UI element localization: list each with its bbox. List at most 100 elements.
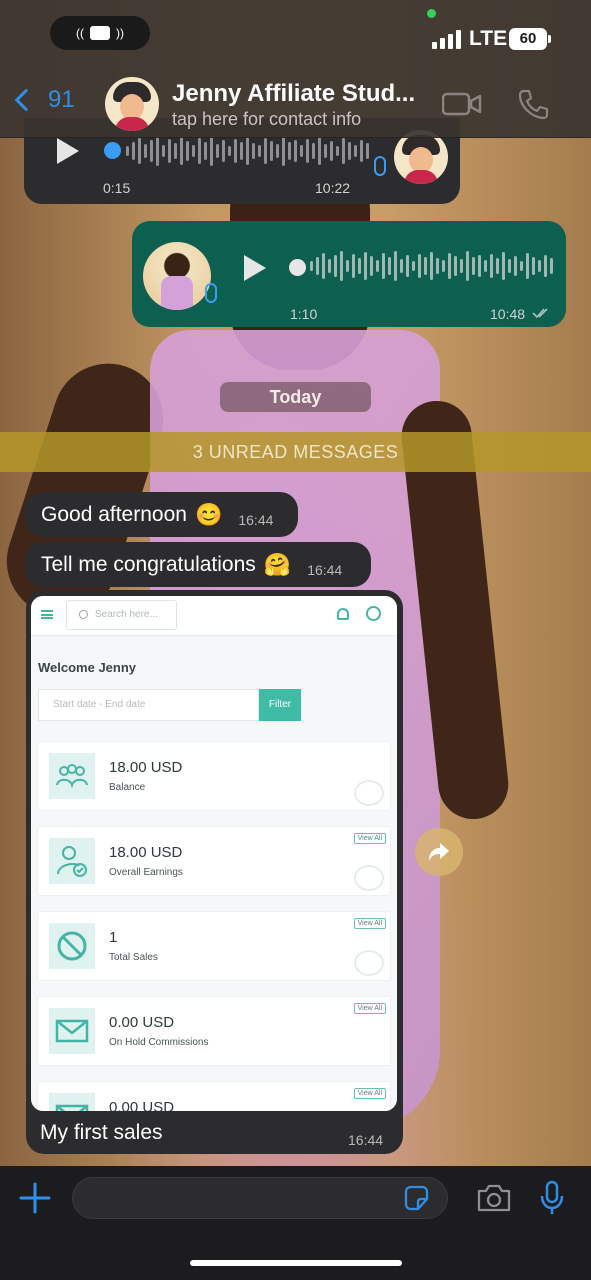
dashboard-topbar: Search here... [31,596,397,636]
waveform-bar [126,146,129,156]
waveform-bar [144,144,147,158]
unread-count: 91 [48,86,75,113]
waveform-bar [204,142,207,160]
waveform-bar [240,142,243,160]
stat-card-on-hold: 0.00 USD On Hold Commissions View All [37,996,391,1066]
voice-duration: 1:10 [290,306,318,322]
waveform-bar [132,142,135,160]
waveform-bar [472,257,475,275]
search-icon [79,610,88,619]
waveform-bar [460,259,463,273]
stat-card-earnings: 18.00 USD Overall Earnings View All [37,826,391,896]
view-all-link: View All [353,1003,386,1014]
home-indicator [190,1260,402,1266]
contact-avatar[interactable] [105,77,159,131]
message-text: Tell me congratulations [41,552,256,576]
dashboard-welcome: Welcome Jenny [38,660,137,675]
message-input[interactable] [72,1177,448,1219]
waveform-bar [222,140,225,162]
waveform-bar [294,140,297,162]
waveform-bar [360,140,363,162]
waveform-bar [336,146,339,156]
waveform-bar [502,252,505,280]
message-text: Good afternoon [41,502,187,526]
facetime-pill[interactable]: (()) [50,16,150,50]
waveform-bar [382,253,385,279]
mic-icon [205,283,217,303]
phone-call-icon[interactable] [517,88,549,120]
date-range-field: Start date - End date [38,689,259,721]
waveform-bar [366,143,369,159]
waveform-bar [210,136,213,166]
waveform-bar [276,144,279,158]
waveform-bar [300,145,303,157]
waveform-bar [514,256,517,276]
waveform-bar [550,258,553,274]
unread-messages-banner: 3 UNREAD MESSAGES [0,432,591,472]
waveform-bar [246,137,249,165]
video-camera-icon [90,26,110,40]
stat-card-balance: 18.00 USD Balance [37,741,391,811]
stat-value: 18.00 USD [109,844,183,861]
waveform-bar [198,138,201,164]
waveform-bar [180,137,183,165]
waveform-bar [538,260,541,272]
read-receipt-icon [532,308,548,319]
waveform-bar [406,255,409,277]
waveform-bar [352,254,355,278]
stat-value: 1 [109,929,118,946]
waveform-bar [216,144,219,158]
user-icon [366,606,381,621]
waveform-bar [358,258,361,274]
waveform-bar [448,253,451,279]
stat-label: On Hold Commissions [109,1037,209,1048]
contact-info-hint[interactable]: tap here for contact info [172,109,361,130]
date-separator: Today [220,382,371,412]
user-check-icon [49,838,95,884]
waveform-bar [162,145,165,157]
microphone-icon[interactable] [538,1180,566,1216]
waveform-bar [282,136,285,166]
sender-avatar [143,242,211,310]
waveform-bar [370,256,373,276]
waveform-bar [264,138,267,164]
voice-time: 10:48 [490,306,526,322]
waveform-bar [288,142,291,160]
forward-button[interactable] [415,828,463,876]
waveform-bar [306,139,309,163]
back-button[interactable]: 91 [12,86,75,114]
stat-card-partial: 0.00 USD View All [37,1081,391,1111]
waveform[interactable] [310,249,553,283]
waveform-bar [412,261,415,271]
waveform-bar [192,145,195,157]
sticker-icon[interactable] [402,1184,430,1212]
video-call-icon[interactable] [442,92,482,116]
stat-value: 18.00 USD [109,759,183,776]
waveform-bar [186,141,189,161]
waveform-bar [328,259,331,273]
waveform-bar [348,142,351,160]
play-icon[interactable] [244,255,266,281]
waveform-bar [354,145,357,157]
waveform[interactable] [126,134,369,168]
waveform-bar [168,139,171,163]
waveform-bar [484,260,487,272]
message-bubble[interactable]: Tell me congratulations 🤗 16:44 [25,542,371,587]
contact-name[interactable]: Jenny Affiliate Stud... [172,80,415,108]
attached-image[interactable]: Search here... Welcome Jenny Start date … [31,596,397,1111]
playback-dot[interactable] [289,259,306,276]
playback-dot[interactable] [104,142,121,159]
block-icon [49,923,95,969]
play-icon[interactable] [57,138,79,164]
stat-label: Overall Earnings [109,867,183,878]
signal-icon [432,30,461,49]
chevron-left-icon [14,88,38,112]
plus-icon[interactable] [19,1182,51,1214]
waveform-bar [394,251,397,281]
smile-emoji-icon: 😊 [194,501,223,527]
waveform-bar [322,253,325,279]
camera-icon[interactable] [476,1183,512,1213]
waveform-bar [252,143,255,159]
message-bubble[interactable]: Good afternoon 😊 16:44 [25,492,298,537]
forward-arrow-icon [429,843,449,861]
